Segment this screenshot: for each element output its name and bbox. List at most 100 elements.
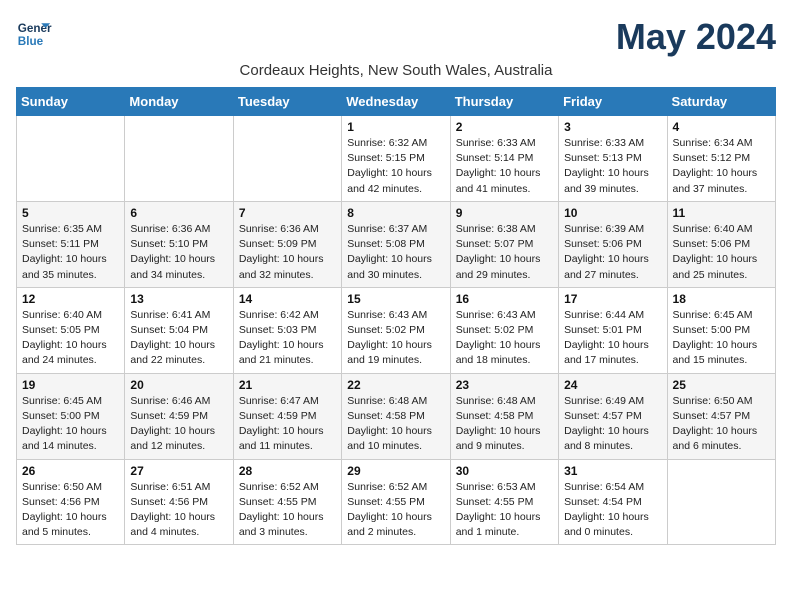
calendar-cell: 16Sunrise: 6:43 AM Sunset: 5:02 PM Dayli… xyxy=(450,287,558,373)
calendar-cell: 11 Sunrise: 6:40 AM Sunset: 5:06 PM Dayli… xyxy=(667,201,775,287)
day-number: 14 xyxy=(239,292,336,306)
calendar-cell: 1 Sunrise: 6:32 AM Sunset: 5:15 PM Daylig… xyxy=(342,116,450,202)
day-number: 17 xyxy=(564,292,661,306)
calendar-cell: 10 Sunrise: 6:39 AM Sunset: 5:06 PM Dayli… xyxy=(559,201,667,287)
day-number: 24 xyxy=(564,378,661,392)
day-info: Sunrise: 6:48 AM Sunset: 4:58 PM Dayligh… xyxy=(456,394,553,455)
calendar-cell: 2Sunrise: 6:33 AM Sunset: 5:14 PM Daylig… xyxy=(450,116,558,202)
calendar-week-4: 19 Sunrise: 6:45 AM Sunset: 5:00 PM Dayli… xyxy=(17,373,776,459)
calendar-week-5: 26Sunrise: 6:50 AM Sunset: 4:56 PM Dayli… xyxy=(17,459,776,545)
day-info: Sunrise: 6:39 AM Sunset: 5:06 PM Dayligh… xyxy=(564,222,661,283)
day-info: Sunrise: 6:32 AM Sunset: 5:15 PM Dayligh… xyxy=(347,136,444,197)
weekday-saturday: Saturday xyxy=(667,88,775,116)
day-info: Sunrise: 6:41 AM Sunset: 5:04 PM Dayligh… xyxy=(130,308,227,369)
calendar-cell: 23 Sunrise: 6:48 AM Sunset: 4:58 PM Dayli… xyxy=(450,373,558,459)
day-number: 23 xyxy=(456,378,553,392)
day-info: Sunrise: 6:40 AM Sunset: 5:06 PM Dayligh… xyxy=(673,222,770,283)
day-number: 29 xyxy=(347,464,444,478)
day-number: 18 xyxy=(673,292,770,306)
calendar-week-2: 5 Sunrise: 6:35 AM Sunset: 5:11 PM Daylig… xyxy=(17,201,776,287)
weekday-wednesday: Wednesday xyxy=(342,88,450,116)
calendar-cell: 19 Sunrise: 6:45 AM Sunset: 5:00 PM Dayli… xyxy=(17,373,125,459)
day-number: 15 xyxy=(347,292,444,306)
calendar-table: SundayMondayTuesdayWednesdayThursdayFrid… xyxy=(16,87,776,545)
day-info: Sunrise: 6:50 AM Sunset: 4:57 PM Dayligh… xyxy=(673,394,770,455)
day-number: 6 xyxy=(130,206,227,220)
calendar-cell: 31 Sunrise: 6:54 AM Sunset: 4:54 PM Dayli… xyxy=(559,459,667,545)
day-number: 12 xyxy=(22,292,119,306)
day-number: 26 xyxy=(22,464,119,478)
day-info: Sunrise: 6:37 AM Sunset: 5:08 PM Dayligh… xyxy=(347,222,444,283)
day-number: 4 xyxy=(673,120,770,134)
day-number: 5 xyxy=(22,206,119,220)
day-info: Sunrise: 6:35 AM Sunset: 5:11 PM Dayligh… xyxy=(22,222,119,283)
day-info: Sunrise: 6:36 AM Sunset: 5:09 PM Dayligh… xyxy=(239,222,336,283)
day-info: Sunrise: 6:38 AM Sunset: 5:07 PM Dayligh… xyxy=(456,222,553,283)
day-number: 28 xyxy=(239,464,336,478)
day-number: 7 xyxy=(239,206,336,220)
calendar-cell: 3 Sunrise: 6:33 AM Sunset: 5:13 PM Daylig… xyxy=(559,116,667,202)
calendar-cell: 28 Sunrise: 6:52 AM Sunset: 4:55 PM Dayli… xyxy=(233,459,341,545)
calendar-cell: 8 Sunrise: 6:37 AM Sunset: 5:08 PM Daylig… xyxy=(342,201,450,287)
day-info: Sunrise: 6:48 AM Sunset: 4:58 PM Dayligh… xyxy=(347,394,444,455)
day-number: 19 xyxy=(22,378,119,392)
calendar-cell: 20Sunrise: 6:46 AM Sunset: 4:59 PM Dayli… xyxy=(125,373,233,459)
weekday-header-row: SundayMondayTuesdayWednesdayThursdayFrid… xyxy=(17,88,776,116)
weekday-tuesday: Tuesday xyxy=(233,88,341,116)
day-number: 11 xyxy=(673,206,770,220)
calendar-cell: 22 Sunrise: 6:48 AM Sunset: 4:58 PM Dayli… xyxy=(342,373,450,459)
day-info: Sunrise: 6:36 AM Sunset: 5:10 PM Dayligh… xyxy=(130,222,227,283)
calendar-cell: 9 Sunrise: 6:38 AM Sunset: 5:07 PM Daylig… xyxy=(450,201,558,287)
calendar-cell: 30Sunrise: 6:53 AM Sunset: 4:55 PM Dayli… xyxy=(450,459,558,545)
day-info: Sunrise: 6:45 AM Sunset: 5:00 PM Dayligh… xyxy=(673,308,770,369)
calendar-cell xyxy=(667,459,775,545)
calendar-cell: 18 Sunrise: 6:45 AM Sunset: 5:00 PM Dayli… xyxy=(667,287,775,373)
weekday-sunday: Sunday xyxy=(17,88,125,116)
calendar-cell: 25 Sunrise: 6:50 AM Sunset: 4:57 PM Dayli… xyxy=(667,373,775,459)
day-number: 9 xyxy=(456,206,553,220)
day-info: Sunrise: 6:33 AM Sunset: 5:13 PM Dayligh… xyxy=(564,136,661,197)
day-number: 10 xyxy=(564,206,661,220)
calendar-cell: 15 Sunrise: 6:43 AM Sunset: 5:02 PM Dayli… xyxy=(342,287,450,373)
weekday-friday: Friday xyxy=(559,88,667,116)
calendar-body: 1 Sunrise: 6:32 AM Sunset: 5:15 PM Daylig… xyxy=(17,116,776,545)
day-info: Sunrise: 6:51 AM Sunset: 4:56 PM Dayligh… xyxy=(130,480,227,541)
day-number: 20 xyxy=(130,378,227,392)
calendar-cell: 17Sunrise: 6:44 AM Sunset: 5:01 PM Dayli… xyxy=(559,287,667,373)
calendar-cell: 7 Sunrise: 6:36 AM Sunset: 5:09 PM Daylig… xyxy=(233,201,341,287)
day-info: Sunrise: 6:52 AM Sunset: 4:55 PM Dayligh… xyxy=(347,480,444,541)
calendar-cell: 6 Sunrise: 6:36 AM Sunset: 5:10 PM Daylig… xyxy=(125,201,233,287)
logo: General Blue xyxy=(16,16,52,52)
day-number: 21 xyxy=(239,378,336,392)
day-info: Sunrise: 6:43 AM Sunset: 5:02 PM Dayligh… xyxy=(347,308,444,369)
day-info: Sunrise: 6:53 AM Sunset: 4:55 PM Dayligh… xyxy=(456,480,553,541)
calendar-cell: 29 Sunrise: 6:52 AM Sunset: 4:55 PM Dayli… xyxy=(342,459,450,545)
day-info: Sunrise: 6:45 AM Sunset: 5:00 PM Dayligh… xyxy=(22,394,119,455)
day-info: Sunrise: 6:54 AM Sunset: 4:54 PM Dayligh… xyxy=(564,480,661,541)
calendar-cell xyxy=(233,116,341,202)
day-number: 22 xyxy=(347,378,444,392)
calendar-cell: 24 Sunrise: 6:49 AM Sunset: 4:57 PM Dayli… xyxy=(559,373,667,459)
calendar-cell: 27 Sunrise: 6:51 AM Sunset: 4:56 PM Dayli… xyxy=(125,459,233,545)
weekday-monday: Monday xyxy=(125,88,233,116)
day-info: Sunrise: 6:42 AM Sunset: 5:03 PM Dayligh… xyxy=(239,308,336,369)
calendar-cell: 5 Sunrise: 6:35 AM Sunset: 5:11 PM Daylig… xyxy=(17,201,125,287)
day-number: 27 xyxy=(130,464,227,478)
svg-text:Blue: Blue xyxy=(18,35,44,48)
calendar-cell xyxy=(125,116,233,202)
day-number: 25 xyxy=(673,378,770,392)
day-info: Sunrise: 6:33 AM Sunset: 5:14 PM Dayligh… xyxy=(456,136,553,197)
calendar-cell: 4 Sunrise: 6:34 AM Sunset: 5:12 PM Daylig… xyxy=(667,116,775,202)
day-number: 8 xyxy=(347,206,444,220)
day-number: 3 xyxy=(564,120,661,134)
calendar-cell xyxy=(17,116,125,202)
calendar-cell: 13 Sunrise: 6:41 AM Sunset: 5:04 PM Dayli… xyxy=(125,287,233,373)
day-info: Sunrise: 6:34 AM Sunset: 5:12 PM Dayligh… xyxy=(673,136,770,197)
page-header: General Blue May 2024 xyxy=(16,16,776,58)
day-number: 1 xyxy=(347,120,444,134)
day-number: 31 xyxy=(564,464,661,478)
day-info: Sunrise: 6:43 AM Sunset: 5:02 PM Dayligh… xyxy=(456,308,553,369)
day-info: Sunrise: 6:49 AM Sunset: 4:57 PM Dayligh… xyxy=(564,394,661,455)
day-number: 13 xyxy=(130,292,227,306)
day-info: Sunrise: 6:52 AM Sunset: 4:55 PM Dayligh… xyxy=(239,480,336,541)
